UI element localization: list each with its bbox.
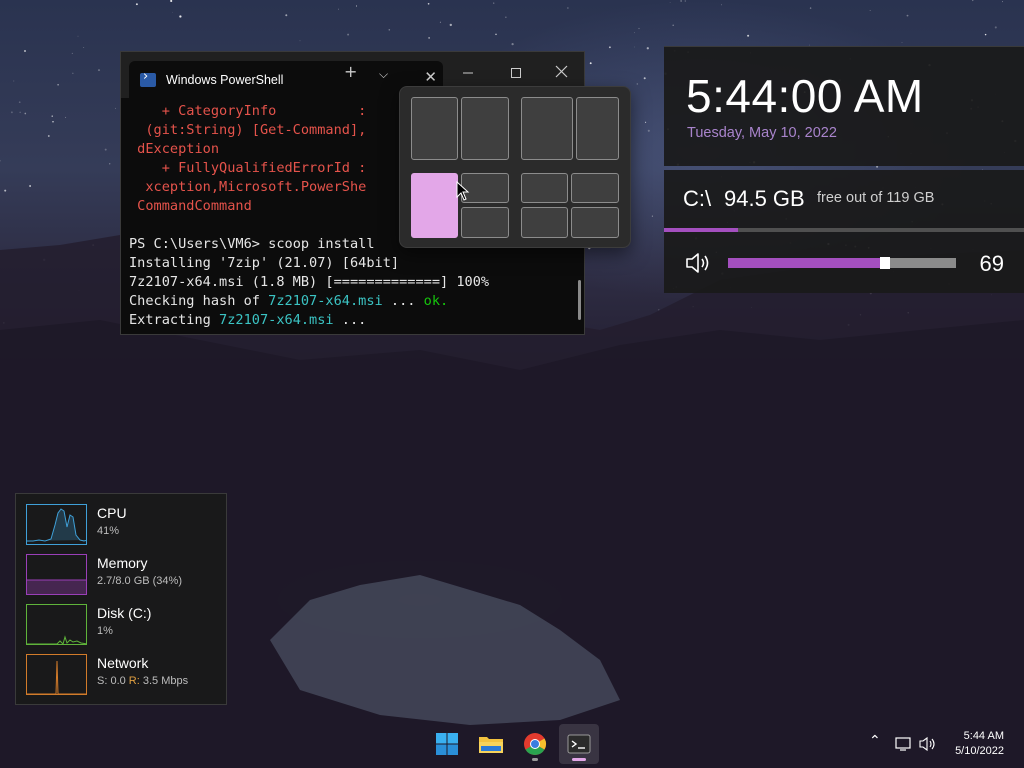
- chrome-button[interactable]: [515, 724, 555, 764]
- speaker-tray-icon[interactable]: [919, 736, 937, 752]
- cpu-value: 41%: [97, 525, 120, 537]
- disk-space-widget: C:\ 94.5 GB free out of 119 GB: [664, 170, 1024, 232]
- clock-widget: 5:44:00 AM Tuesday, May 10, 2022: [664, 46, 1024, 166]
- tab-windows-powershell[interactable]: Windows PowerShell ✕: [129, 61, 443, 98]
- snap-zone-left-highlighted[interactable]: [411, 173, 458, 238]
- taskbar-clock[interactable]: 5:44 AM 5/10/2022: [955, 729, 1004, 759]
- volume-slider-fill: [728, 258, 886, 268]
- terminal-line: Extracting 7z2107-x64.msi ...: [129, 311, 576, 330]
- terminal-text: scoop install: [268, 236, 383, 252]
- terminal-line: 7z2107-x64.msi (1.8 MB) [=============] …: [129, 273, 576, 292]
- tab-title: Windows PowerShell: [166, 72, 284, 87]
- cpu-graph: [26, 504, 87, 545]
- snap-zone-narrow-right[interactable]: [576, 97, 619, 160]
- network-sent: S: 0.0: [97, 675, 129, 687]
- network-icon[interactable]: [895, 736, 913, 752]
- volume-value: 69: [979, 251, 1004, 276]
- file-explorer-button[interactable]: [471, 724, 511, 764]
- terminal-text: 7z2107-x64.msi: [219, 312, 334, 328]
- terminal-text: ok.: [423, 293, 449, 309]
- chrome-icon: [524, 733, 546, 755]
- clock-time: 5:44:00 AM: [686, 70, 924, 122]
- volume-slider-thumb[interactable]: [880, 257, 891, 269]
- taskbar: ⌃ 5:44 AM 5/10/2022: [0, 720, 1024, 768]
- snap-zone-quad-top-left[interactable]: [521, 173, 568, 203]
- terminal-text: + FullyQualifiedErrorId :: [129, 160, 375, 176]
- close-window-icon[interactable]: [555, 65, 568, 81]
- network-received: 3.5 Mbps: [139, 675, 189, 687]
- chrome-running-indicator: [532, 758, 538, 761]
- terminal-text: xception,Microsoft.PowerShe: [129, 179, 367, 195]
- network-received-prefix: R:: [128, 675, 140, 687]
- terminal-text: PS C:\Users\VM6>: [129, 236, 269, 252]
- maximize-icon[interactable]: [510, 66, 522, 82]
- show-hidden-icons-chevron-icon[interactable]: ⌃: [869, 733, 881, 749]
- terminal-text: dException: [129, 141, 220, 157]
- file-explorer-icon: [479, 737, 503, 753]
- terminal-text: 7z2107-x64.msi: [268, 293, 383, 309]
- windows-logo-icon: [436, 733, 458, 755]
- minimize-icon[interactable]: [462, 66, 474, 82]
- terminal-text: CommandCommand: [129, 198, 252, 214]
- snap-zone-quad-bottom-left[interactable]: [521, 207, 568, 238]
- start-button[interactable]: [427, 724, 467, 764]
- disk-drive-letter: C:\: [683, 186, 712, 211]
- snap-zone-half-left[interactable]: [411, 97, 458, 160]
- terminal-button[interactable]: [559, 724, 599, 764]
- taskbar-date: 5/10/2022: [955, 745, 1004, 757]
- volume-widget: 69: [664, 232, 1024, 293]
- snap-zone-half-right[interactable]: [461, 97, 509, 160]
- performance-monitor-widget: CPU 41% Memory 2.7/8.0 GB (34%) Disk (C:…: [15, 493, 227, 705]
- dropdown-chevron-icon[interactable]: ⌵: [379, 68, 388, 80]
- speaker-icon[interactable]: [685, 251, 713, 275]
- terminal-text: 7z2107-x64.msi (1.8 MB) [=============] …: [129, 274, 490, 290]
- terminal-text: (git:String) [Get-Command],: [129, 122, 367, 138]
- perf-row-network[interactable]: Network S: 0.0 R: 3.5 Mbps: [26, 654, 221, 696]
- mouse-cursor-icon: [456, 181, 470, 201]
- terminal-text: + CategoryInfo :: [129, 103, 375, 119]
- snap-zone-quad-bottom-right[interactable]: [571, 207, 619, 238]
- cpu-label: CPU: [97, 505, 127, 521]
- disk-graph: [26, 604, 87, 645]
- taskbar-time: 5:44 AM: [963, 730, 1004, 742]
- snap-zone-bottom-right[interactable]: [461, 207, 509, 238]
- network-value: S: 0.0 R: 3.5 Mbps: [97, 675, 188, 687]
- terminal-text: Extracting: [129, 312, 220, 328]
- terminal-text: Installing '7zip' (21.07) [64bit]: [129, 255, 400, 271]
- disk-total-space: free out of 119 GB: [817, 190, 935, 206]
- snap-layouts-flyout: [399, 86, 631, 248]
- memory-label: Memory: [97, 555, 148, 571]
- disk-free-space: 94.5 GB: [724, 186, 805, 211]
- perf-row-disk[interactable]: Disk (C:) 1%: [26, 604, 221, 646]
- snap-zone-wide-left[interactable]: [521, 97, 573, 160]
- snap-zone-quad-top-right[interactable]: [571, 173, 619, 203]
- tab-close-icon[interactable]: ✕: [424, 70, 437, 85]
- new-tab-plus-icon[interactable]: +: [344, 64, 357, 80]
- terminal-text: ...: [382, 293, 424, 309]
- perf-row-memory[interactable]: Memory 2.7/8.0 GB (34%): [26, 554, 221, 596]
- terminal-scrollbar[interactable]: [578, 280, 581, 320]
- network-label: Network: [97, 655, 149, 671]
- terminal-line: Installing '7zip' (21.07) [64bit]: [129, 254, 576, 273]
- powershell-icon: [140, 69, 156, 87]
- volume-slider[interactable]: [728, 257, 956, 269]
- disk-value: 1%: [97, 625, 113, 637]
- clock-date: Tuesday, May 10, 2022: [687, 125, 837, 141]
- network-graph: [26, 654, 87, 695]
- memory-graph: [26, 554, 87, 595]
- disk-label: Disk (C:): [97, 605, 152, 621]
- terminal-line: Checking hash of 7z2107-x64.msi ... ok.: [129, 292, 576, 311]
- terminal-icon: [567, 734, 591, 754]
- terminal-text: ...: [333, 312, 367, 328]
- terminal-text: Checking hash of: [129, 293, 269, 309]
- terminal-active-indicator: [572, 758, 586, 761]
- memory-value: 2.7/8.0 GB (34%): [97, 575, 182, 587]
- perf-row-cpu[interactable]: CPU 41%: [26, 504, 221, 546]
